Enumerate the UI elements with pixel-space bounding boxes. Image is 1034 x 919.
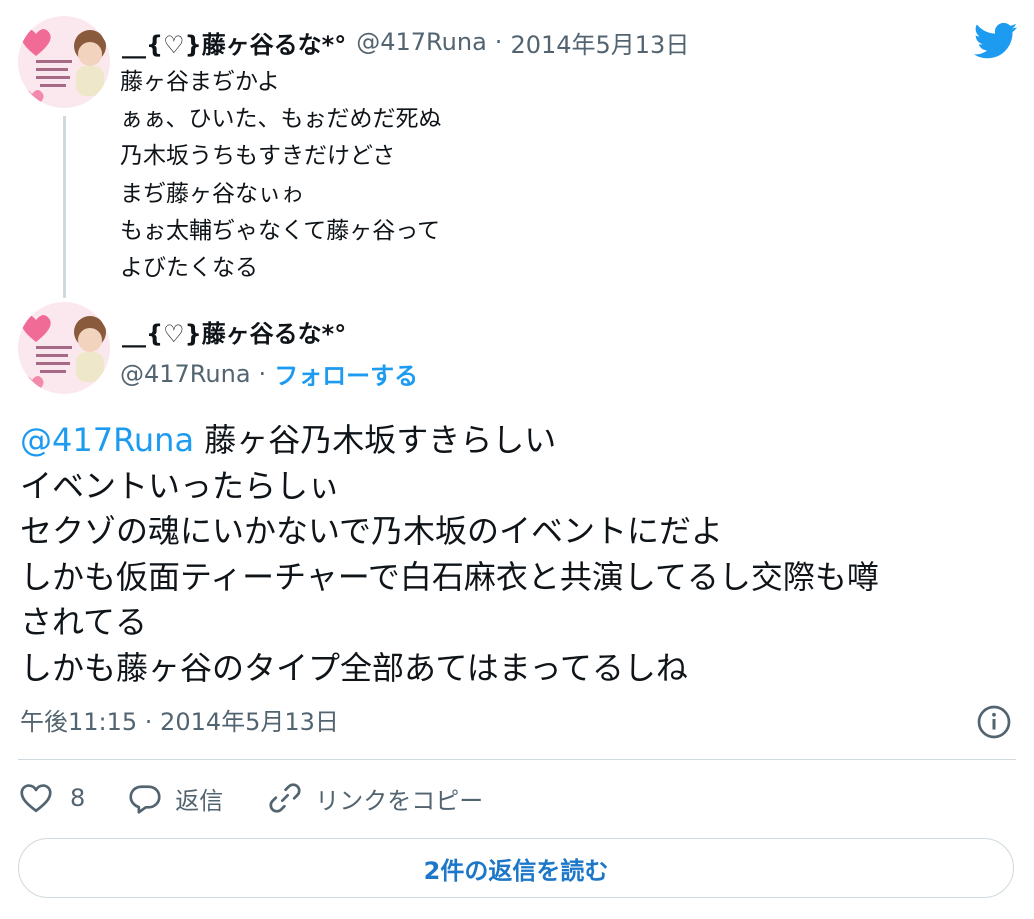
link-icon [269,783,301,813]
tweet-line: しかも藤ヶ谷のタイプ全部あてはまってるしね [20,648,688,687]
tweet-line: もぉ太輔ぢゃなくて藤ヶ谷って [120,217,441,244]
tweet-date[interactable]: 2014年5月13日 [510,25,689,60]
follow-button[interactable]: フォローする [274,356,418,391]
tweet-line: 乃木坂うちもすきだけどさ [120,143,396,170]
tweet-line: セクゾの魂にいかないで乃木坂のイベントにだよ [20,512,724,550]
tweet-line: 藤ヶ谷まぢかよ [120,69,280,95]
heart-icon [20,784,52,813]
tweet-text: @417Runa 藤ヶ谷乃木坂すきらしい イベントいったらしぃ セクゾの魂にいか… [20,418,1020,691]
display-name[interactable]: __{♡}藤ヶ谷るな*° [122,25,346,60]
tweet-line: イベントいったらしぃ [20,466,341,505]
like-count: 8 [70,784,86,812]
separator: · [494,28,503,56]
mention-link[interactable]: @417Runa [20,421,194,459]
parent-tweet-text: 藤ヶ谷まぢかよ ぁぁ、ひいた、もぉだめだ死ぬ 乃木坂うちもすきだけどさ まぢ藤ヶ… [120,64,442,287]
tweet-line-text: 藤ヶ谷乃木坂すきらしい [194,421,557,459]
tweet-line: @417Runa 藤ヶ谷乃木坂すきらしい [20,418,1020,464]
tweet-line: よびたくなる [120,255,258,282]
copy-link-label: リンクをコピー [315,786,484,815]
info-icon[interactable] [976,704,1012,740]
tweet-timestamp[interactable]: 午後11:15 · 2014年5月13日 [20,702,339,737]
action-bar: 8 返信 リンクをコピー [18,778,483,818]
thread-connector [63,116,66,298]
author-handle-row: @417Runa · フォローする [120,356,418,391]
read-replies-button[interactable]: 2件の返信を読む [18,838,1014,898]
display-name[interactable]: __{♡}藤ヶ谷るな*° [122,314,346,349]
speech-bubble-icon [129,785,161,814]
separator: · [258,359,267,388]
handle[interactable]: @417Runa [356,28,487,56]
parent-tweet-header: __{♡}藤ヶ谷るな*° @417Runa · 2014年5月13日 [122,24,689,60]
tweet-line: まぢ藤ヶ谷なぃゎ [120,180,304,207]
tweet-line: しかも仮面ティーチャーで白石麻衣と共演してるし交際も噂 [20,557,879,596]
avatar[interactable] [18,302,110,394]
twitter-bird-icon[interactable] [974,22,1018,60]
like-button[interactable]: 8 [18,780,85,816]
avatar[interactable] [18,16,110,108]
handle[interactable]: @417Runa [120,360,251,388]
copy-link-button[interactable]: リンクをコピー [267,780,483,816]
divider [18,759,1016,760]
tweet-line: されてる [20,603,148,641]
reply-button[interactable]: 返信 [127,780,223,816]
tweet-line: ぁぁ、ひいた、もぉだめだ死ぬ [120,106,442,133]
avatar-image [18,16,110,108]
reply-label: 返信 [175,786,224,815]
tweet-embed: __{♡}藤ヶ谷るな*° @417Runa · 2014年5月13日 藤ヶ谷まぢ… [0,0,1034,919]
avatar-image [18,302,110,394]
